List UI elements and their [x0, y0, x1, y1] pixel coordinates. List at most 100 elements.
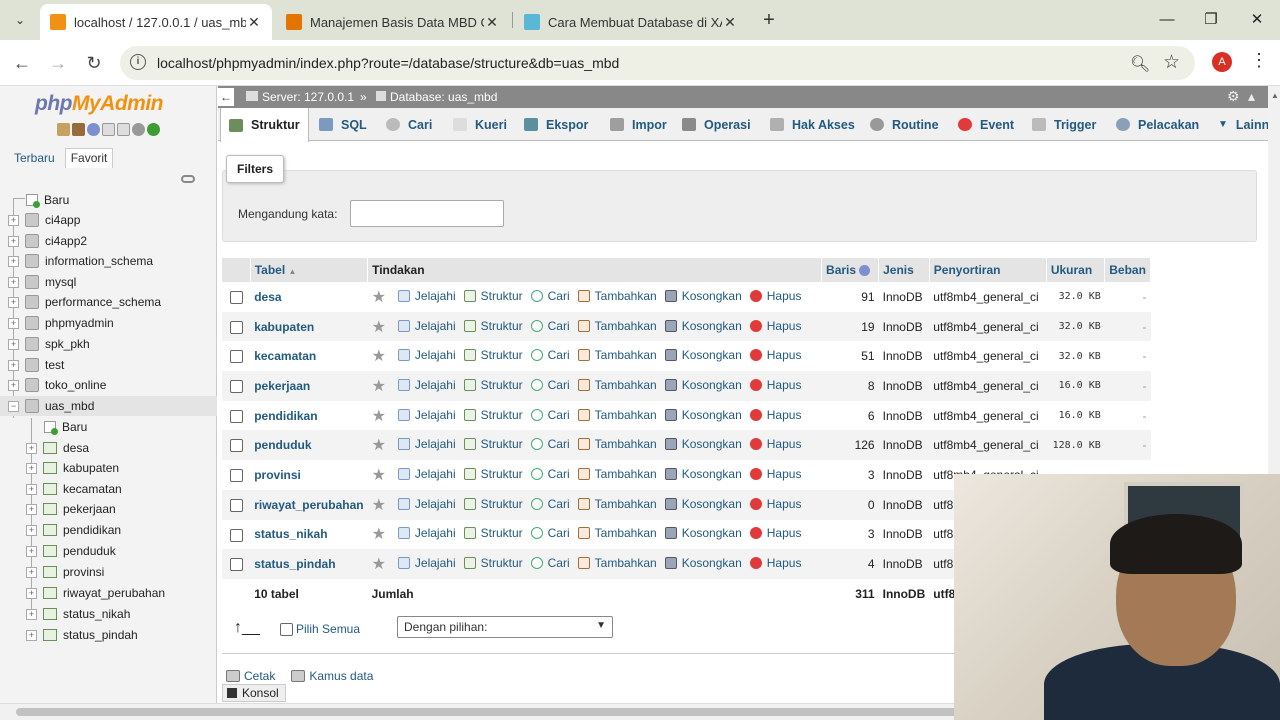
action-empty[interactable]: Kosongkan	[664, 408, 742, 422]
action-drop[interactable]: Hapus	[749, 348, 801, 362]
favorite-star-icon[interactable]: ★	[372, 467, 386, 484]
action-insert[interactable]: Tambahkan	[577, 348, 657, 362]
action-browse[interactable]: Jelajahi	[397, 348, 456, 362]
with-selected-select[interactable]: Dengan pilihan: ▼	[397, 616, 613, 638]
link-with-main-panel-icon[interactable]	[181, 175, 195, 183]
tree-item-db[interactable]: + ci4app	[8, 210, 80, 230]
action-structure[interactable]: Struktur	[463, 378, 523, 392]
row-checkbox[interactable]	[229, 350, 243, 364]
header-overhead[interactable]: Beban	[1104, 258, 1151, 282]
favorite-star-icon[interactable]: ★	[372, 497, 386, 514]
row-checkbox[interactable]	[229, 409, 243, 423]
action-insert[interactable]: Tambahkan	[577, 378, 657, 392]
data-dictionary-link[interactable]: Kamus data	[291, 669, 381, 683]
row-checkbox[interactable]	[229, 291, 243, 304]
forward-icon[interactable]: →	[45, 50, 71, 76]
tree-item-table[interactable]: + riwayat_perubahan	[26, 583, 165, 603]
close-tab-icon[interactable]: ✕	[246, 14, 262, 31]
action-empty[interactable]: Kosongkan	[664, 378, 742, 392]
action-search[interactable]: Cari	[530, 437, 570, 451]
row-checkbox[interactable]	[229, 469, 243, 483]
filter-input[interactable]	[350, 200, 504, 227]
address-bar[interactable]: i localhost/phpmyadmin/index.php?route=/…	[120, 46, 1195, 80]
action-search[interactable]: Cari	[530, 408, 570, 422]
action-empty[interactable]: Kosongkan	[664, 319, 742, 333]
tree-item-new-table[interactable]: Baru	[44, 417, 87, 437]
breadcrumb-database[interactable]: Database: uas_mbd	[376, 90, 497, 104]
table-name-link[interactable]: kecamatan	[254, 349, 316, 363]
new-tab-icon[interactable]: +	[758, 8, 780, 32]
url-text[interactable]: localhost/phpmyadmin/index.php?route=/da…	[157, 55, 619, 71]
favorite-star-icon[interactable]: ★	[372, 378, 386, 395]
action-browse[interactable]: Jelajahi	[397, 378, 456, 392]
favorite-star-icon[interactable]: ★	[372, 526, 386, 543]
action-browse[interactable]: Jelajahi	[397, 319, 456, 333]
table-name-link[interactable]: desa	[254, 290, 281, 304]
action-browse[interactable]: Jelajahi	[397, 526, 456, 540]
sql-docs-icon[interactable]	[117, 123, 130, 136]
row-checkbox[interactable]	[229, 380, 243, 394]
select-all-label[interactable]: Pilih Semua	[296, 622, 360, 636]
action-insert[interactable]: Tambahkan	[577, 497, 657, 511]
tree-item-db[interactable]: + ci4app2	[8, 231, 87, 251]
header-size[interactable]: Ukuran	[1046, 258, 1106, 282]
console-toggle[interactable]: Konsol	[222, 684, 286, 702]
table-name-link[interactable]: penduduk	[254, 438, 311, 452]
help-icon[interactable]	[859, 265, 871, 277]
expand-icon[interactable]: +	[8, 214, 19, 226]
action-search[interactable]: Cari	[530, 467, 570, 481]
tree-item-table[interactable]: + desa	[26, 438, 89, 458]
browser-tab-active[interactable]: localhost / 127.0.0.1 / uas_mbd ✕	[40, 4, 272, 40]
restore-icon[interactable]: ❐	[1188, 6, 1234, 34]
action-empty[interactable]: Kosongkan	[664, 497, 742, 511]
action-search[interactable]: Cari	[530, 526, 570, 540]
tree-item-db[interactable]: + toko_online	[8, 375, 106, 395]
action-structure[interactable]: Struktur	[463, 556, 523, 570]
tab-search-icon[interactable]: ⌄	[8, 8, 32, 32]
reload-nav-icon[interactable]	[147, 123, 160, 136]
tab-favorites[interactable]: Favorit	[64, 148, 114, 168]
row-checkbox[interactable]	[229, 558, 243, 572]
action-insert[interactable]: Tambahkan	[577, 556, 657, 570]
action-browse[interactable]: Jelajahi	[397, 556, 456, 570]
expand-icon[interactable]: +	[8, 255, 19, 267]
action-drop[interactable]: Hapus	[749, 556, 801, 570]
action-browse[interactable]: Jelajahi	[397, 408, 456, 422]
header-type[interactable]: Jenis	[878, 258, 930, 282]
action-search[interactable]: Cari	[530, 348, 570, 362]
browser-tab[interactable]: Manajemen Basis Data MBD C ✕	[276, 4, 510, 40]
tree-item-db-selected[interactable]: − uas_mbd	[0, 396, 217, 416]
exit-icon[interactable]	[72, 123, 85, 136]
tab-routines[interactable]: Routine	[862, 108, 947, 141]
tab-structure[interactable]: Struktur	[220, 108, 309, 142]
tree-item-db[interactable]: + phpmyadmin	[8, 313, 114, 333]
table-name-link[interactable]: riwayat_perubahan	[254, 498, 363, 512]
expand-icon[interactable]: +	[8, 296, 19, 308]
back-icon[interactable]: ←	[9, 50, 35, 76]
expand-icon[interactable]: +	[8, 317, 19, 329]
expand-icon[interactable]: +	[8, 359, 19, 371]
tree-item-db[interactable]: + information_schema	[8, 251, 153, 271]
action-insert[interactable]: Tambahkan	[577, 437, 657, 451]
table-name-link[interactable]: pekerjaan	[254, 379, 310, 393]
action-insert[interactable]: Tambahkan	[577, 319, 657, 333]
header-rows[interactable]: Baris	[821, 258, 880, 282]
action-empty[interactable]: Kosongkan	[664, 526, 742, 540]
tab-events[interactable]: Event	[950, 108, 1022, 141]
favorite-star-icon[interactable]: ★	[372, 408, 386, 425]
favorite-star-icon[interactable]: ★	[372, 289, 386, 306]
tree-item-db[interactable]: + mysql	[8, 272, 76, 292]
action-structure[interactable]: Struktur	[463, 319, 523, 333]
tree-item-db[interactable]: + spk_pkh	[8, 334, 90, 354]
zoom-icon[interactable]: 🔍︎	[1130, 54, 1150, 74]
help-icon[interactable]	[87, 123, 100, 136]
close-window-icon[interactable]: ✕	[1234, 6, 1280, 34]
action-insert[interactable]: Tambahkan	[577, 526, 657, 540]
close-tab-icon[interactable]: ✕	[484, 14, 500, 31]
action-structure[interactable]: Struktur	[463, 497, 523, 511]
action-browse[interactable]: Jelajahi	[397, 437, 456, 451]
table-name-link[interactable]: provinsi	[254, 468, 301, 482]
table-name-link[interactable]: kabupaten	[254, 320, 314, 334]
bookmark-star-icon[interactable]: ☆	[1163, 51, 1180, 74]
favorite-star-icon[interactable]: ★	[372, 556, 386, 573]
